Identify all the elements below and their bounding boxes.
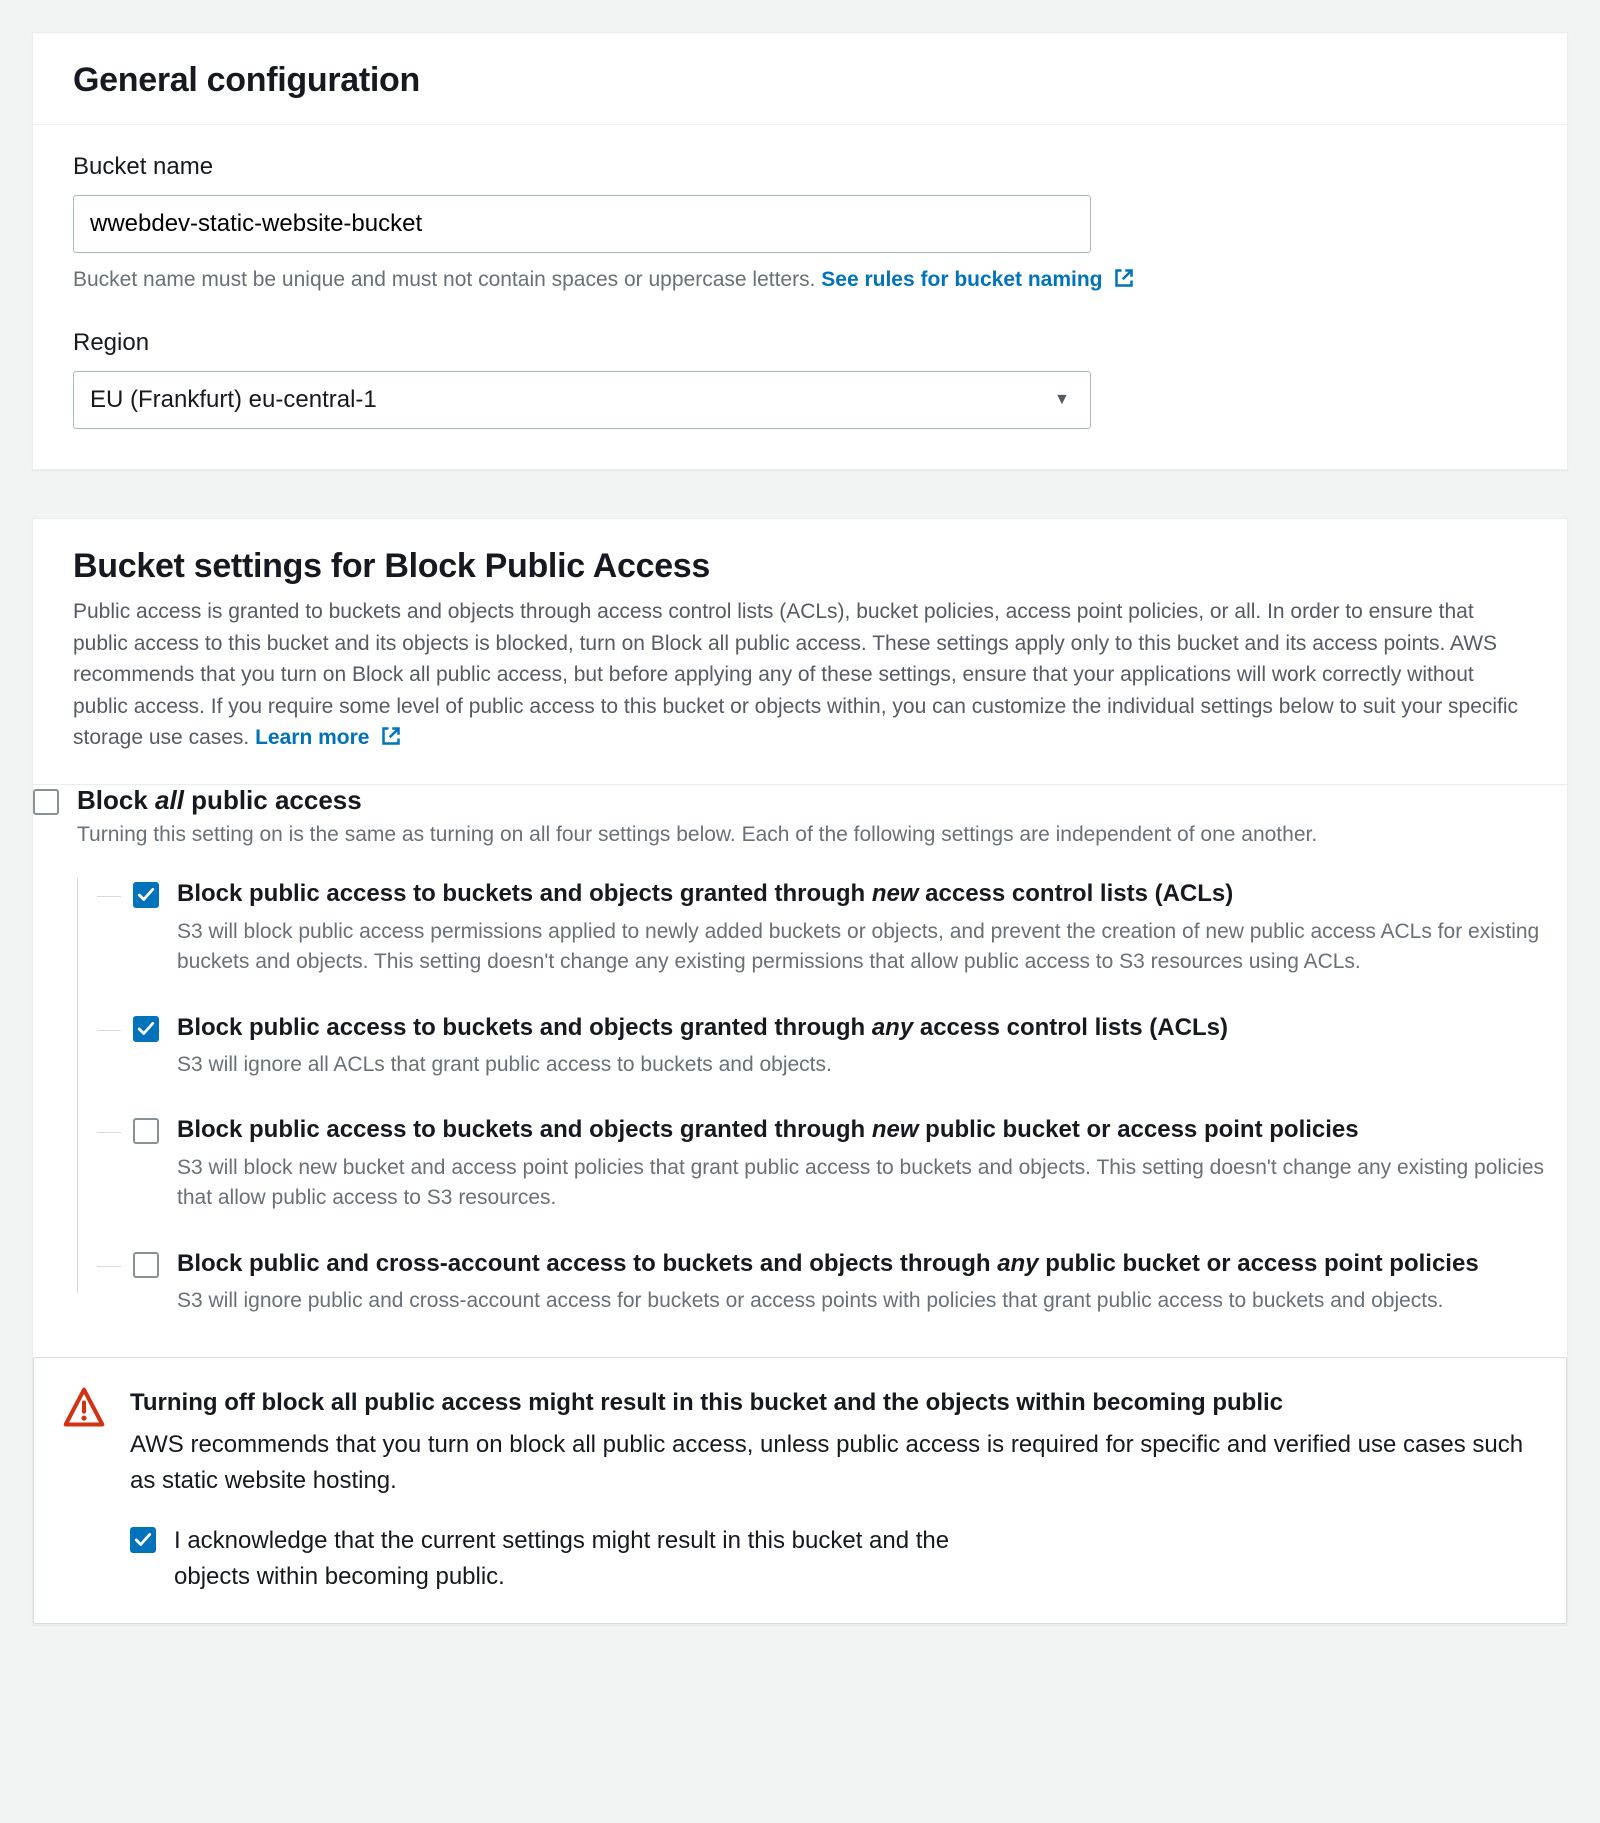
- block-new-acls-desc: S3 will block public access permissions …: [177, 917, 1567, 978]
- learn-more-link[interactable]: Learn more: [255, 726, 401, 749]
- block-all-title-pre: Block: [77, 785, 155, 815]
- bucket-name-hint: Bucket name must be unique and must not …: [73, 265, 1527, 297]
- block-new-acls-checkbox[interactable]: [133, 882, 159, 908]
- general-configuration-panel: General configuration Bucket name Bucket…: [32, 32, 1568, 470]
- external-link-icon: [1114, 270, 1134, 293]
- bucket-name-row: Bucket name Bucket name must be unique a…: [73, 153, 1527, 297]
- region-label: Region: [73, 329, 1527, 357]
- block-any-acls-title: Block public access to buckets and objec…: [177, 1012, 1567, 1044]
- acknowledge-checkbox[interactable]: [130, 1527, 156, 1553]
- learn-more-link-text: Learn more: [255, 726, 369, 749]
- block-any-policies-checkbox[interactable]: [133, 1252, 159, 1278]
- warning-icon: [62, 1386, 106, 1436]
- block-new-policies-row: Block public access to buckets and objec…: [97, 1114, 1567, 1213]
- block-all-title-em: all: [155, 785, 184, 815]
- region-row: Region EU (Frankfurt) eu-central-1 ▼: [73, 329, 1527, 429]
- external-link-icon: [381, 728, 401, 751]
- block-any-acls-row: Block public access to buckets and objec…: [97, 1012, 1567, 1081]
- block-all-title-post: public access: [184, 785, 362, 815]
- block-all-public-access-row: Block all public access Turning this set…: [33, 785, 1567, 1317]
- block-all-content: Block all public access Turning this set…: [77, 785, 1567, 1317]
- block-new-policies-checkbox[interactable]: [133, 1118, 159, 1144]
- bucket-naming-rules-link-text: See rules for bucket naming: [821, 268, 1102, 291]
- chevron-down-icon: ▼: [1054, 391, 1070, 409]
- block-public-access-tree: Block all public access Turning this set…: [33, 785, 1567, 1624]
- block-all-title: Block all public access: [77, 785, 1567, 816]
- acknowledge-row: I acknowledge that the current settings …: [130, 1523, 1030, 1595]
- public-access-warning-text: AWS recommends that you turn on block al…: [130, 1427, 1534, 1499]
- public-access-warning-body: Turning off block all public access migh…: [130, 1386, 1534, 1596]
- general-configuration-header: General configuration: [33, 33, 1567, 125]
- general-configuration-title: General configuration: [73, 61, 1527, 100]
- acknowledge-text: I acknowledge that the current settings …: [174, 1523, 1030, 1595]
- bucket-name-input[interactable]: [73, 195, 1091, 253]
- public-access-warning-alert: Turning off block all public access migh…: [33, 1357, 1567, 1625]
- bucket-name-label: Bucket name: [73, 153, 1527, 181]
- block-any-policies-row: Block public and cross-account access to…: [97, 1248, 1567, 1317]
- block-any-policies-desc: S3 will ignore public and cross-account …: [177, 1286, 1567, 1316]
- block-public-access-title: Bucket settings for Block Public Access: [73, 547, 1527, 586]
- block-public-children: Block public access to buckets and objec…: [77, 878, 1567, 1316]
- region-select-value: EU (Frankfurt) eu-central-1: [90, 386, 377, 413]
- block-public-access-description: Public access is granted to buckets and …: [33, 586, 1567, 785]
- bucket-naming-rules-link[interactable]: See rules for bucket naming: [821, 268, 1134, 291]
- block-any-acls-desc: S3 will ignore all ACLs that grant publi…: [177, 1050, 1567, 1080]
- block-new-acls-row: Block public access to buckets and objec…: [97, 878, 1567, 977]
- block-public-access-panel: Bucket settings for Block Public Access …: [32, 518, 1568, 1625]
- region-select[interactable]: EU (Frankfurt) eu-central-1 ▼: [73, 371, 1091, 429]
- block-new-policies-title: Block public access to buckets and objec…: [177, 1114, 1567, 1146]
- block-any-policies-title: Block public and cross-account access to…: [177, 1248, 1567, 1280]
- block-new-policies-desc: S3 will block new bucket and access poin…: [177, 1153, 1567, 1214]
- block-any-acls-checkbox[interactable]: [133, 1016, 159, 1042]
- public-access-warning-title: Turning off block all public access migh…: [130, 1386, 1534, 1420]
- block-new-acls-title: Block public access to buckets and objec…: [177, 878, 1567, 910]
- general-configuration-body: Bucket name Bucket name must be unique a…: [33, 125, 1567, 469]
- block-all-checkbox[interactable]: [33, 789, 59, 815]
- bucket-name-hint-text: Bucket name must be unique and must not …: [73, 268, 821, 291]
- block-all-desc: Turning this setting on is the same as t…: [77, 820, 1567, 850]
- block-public-access-header: Bucket settings for Block Public Access: [33, 519, 1567, 586]
